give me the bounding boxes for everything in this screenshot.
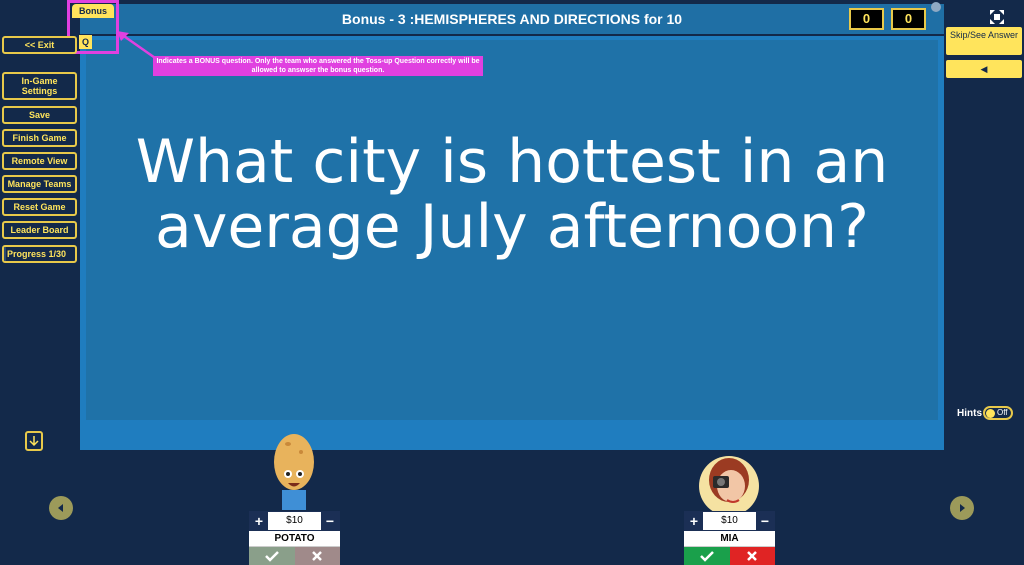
correct-button[interactable]: [249, 547, 295, 565]
fullscreen-icon[interactable]: [989, 9, 1005, 25]
leader-board-button[interactable]: Leader Board: [2, 221, 77, 239]
manage-teams-button[interactable]: Manage Teams: [2, 175, 77, 193]
hints-state: Off: [997, 408, 1008, 417]
plus-button[interactable]: +: [250, 512, 268, 530]
plus-button[interactable]: +: [685, 512, 703, 530]
previous-question-button[interactable]: [49, 496, 73, 520]
verdict-row: [684, 547, 775, 565]
save-button[interactable]: Save: [2, 106, 77, 124]
question-header-title: Bonus - 3 :HEMISPHERES AND DIRECTIONS fo…: [341, 11, 683, 27]
progress-label: Progress 1/30: [7, 249, 67, 259]
hints-label: Hints: [957, 408, 982, 419]
sound-button[interactable]: ◀: [946, 60, 1022, 78]
finish-game-button[interactable]: Finish Game: [2, 129, 77, 147]
reset-game-button[interactable]: Reset Game: [2, 198, 77, 216]
check-icon: [264, 551, 279, 562]
team-score-row: + $10 −: [249, 511, 340, 531]
progress-bar: Progress 1/30: [2, 245, 77, 263]
minus-button[interactable]: −: [321, 512, 339, 530]
correct-button[interactable]: [684, 547, 730, 565]
team-score-value: $10: [286, 515, 303, 526]
minus-button[interactable]: −: [756, 512, 774, 530]
team-name: POTATO: [249, 531, 340, 547]
check-icon: [699, 551, 714, 562]
speaker-icon: ◀: [980, 64, 988, 74]
skip-see-answer-button[interactable]: Skip/See Answer: [946, 27, 1022, 55]
hints-toggle[interactable]: Off: [983, 406, 1013, 420]
team-2-score-display: 0: [891, 8, 926, 30]
globe-icon: [931, 2, 941, 12]
incorrect-button[interactable]: [294, 547, 340, 565]
exit-button[interactable]: << Exit: [2, 36, 77, 54]
team-card-potato: + $10 − POTATO: [249, 511, 340, 565]
girl-camera-avatar: [699, 456, 759, 514]
question-text: What city is hottest in an average July …: [135, 127, 889, 262]
in-game-settings-button[interactable]: In-Game Settings: [2, 72, 77, 100]
team-card-mia: + $10 − MIA: [684, 511, 775, 565]
incorrect-button[interactable]: [729, 547, 775, 565]
potato-avatar: [274, 434, 314, 510]
hints-toggle-knob: [986, 409, 995, 418]
chevron-left-icon: [58, 504, 63, 512]
chevron-right-icon: [960, 504, 965, 512]
team-score-value: $10: [721, 515, 738, 526]
close-icon: [747, 551, 758, 561]
next-question-button[interactable]: [950, 496, 974, 520]
team-name: MIA: [684, 531, 775, 547]
close-icon: [312, 551, 323, 561]
remote-view-button[interactable]: Remote View: [2, 152, 77, 170]
arrow-down-icon: [29, 436, 39, 447]
verdict-row: [249, 547, 340, 565]
team-1-score-display: 0: [849, 8, 884, 30]
bonus-annotation: Indicates a BONUS question. Only the tea…: [153, 56, 483, 76]
team-score-row: + $10 −: [684, 511, 775, 531]
scroll-down-button[interactable]: [25, 431, 43, 451]
